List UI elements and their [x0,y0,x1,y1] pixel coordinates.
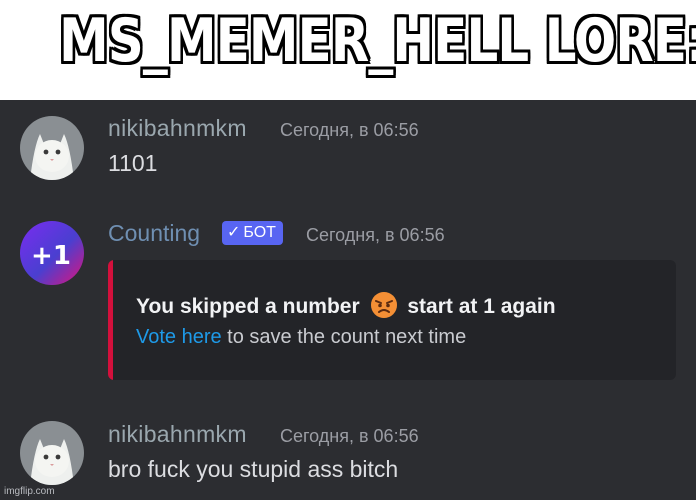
embed-accent-bar [108,260,113,380]
bot-embed: You skipped a number start at 1 again Vo… [108,260,676,380]
message-timestamp: Сегодня, в 06:56 [280,426,419,446]
message-timestamp: Сегодня, в 06:56 [280,120,419,140]
bot-badge-label: БОТ [243,224,276,241]
message-text: 1101 [108,150,158,176]
bot-message-timestamp: Сегодня, в 06:56 [306,225,445,245]
vote-here-link[interactable]: Vote here [136,326,222,348]
angry-face-icon [370,292,397,318]
bot-badge: ✓ БОТ [222,221,283,245]
user-avatar[interactable] [20,421,84,485]
check-icon: ✓ [227,224,241,241]
message-username[interactable]: nikibahnmkm [108,421,247,448]
embed-description: Vote here to save the count next time [136,326,466,349]
chat-panel: nikibahnmkm Сегодня, в 06:56 1101 +1 Cou… [0,100,696,500]
embed-title-start: You skipped a number [136,295,360,318]
bot-username[interactable]: Counting [108,220,200,247]
embed-description-rest: to save the count next time [221,326,467,348]
bot-avatar-label: +1 [31,241,71,271]
message-text: bro fuck you stupid ass bitch [108,456,399,482]
embed-title: You skipped a number start at 1 again [136,291,556,319]
meme-caption-area: MS_MEMER_HELL LORE: [0,0,696,100]
embed-title-end: start at 1 again [407,295,556,318]
imgflip-watermark: imgflip.com [4,486,55,497]
message-username[interactable]: nikibahnmkm [108,115,247,142]
bot-avatar[interactable]: +1 [20,221,84,285]
user-avatar[interactable] [20,116,84,180]
meme-caption-text: MS_MEMER_HELL LORE: [59,6,696,76]
